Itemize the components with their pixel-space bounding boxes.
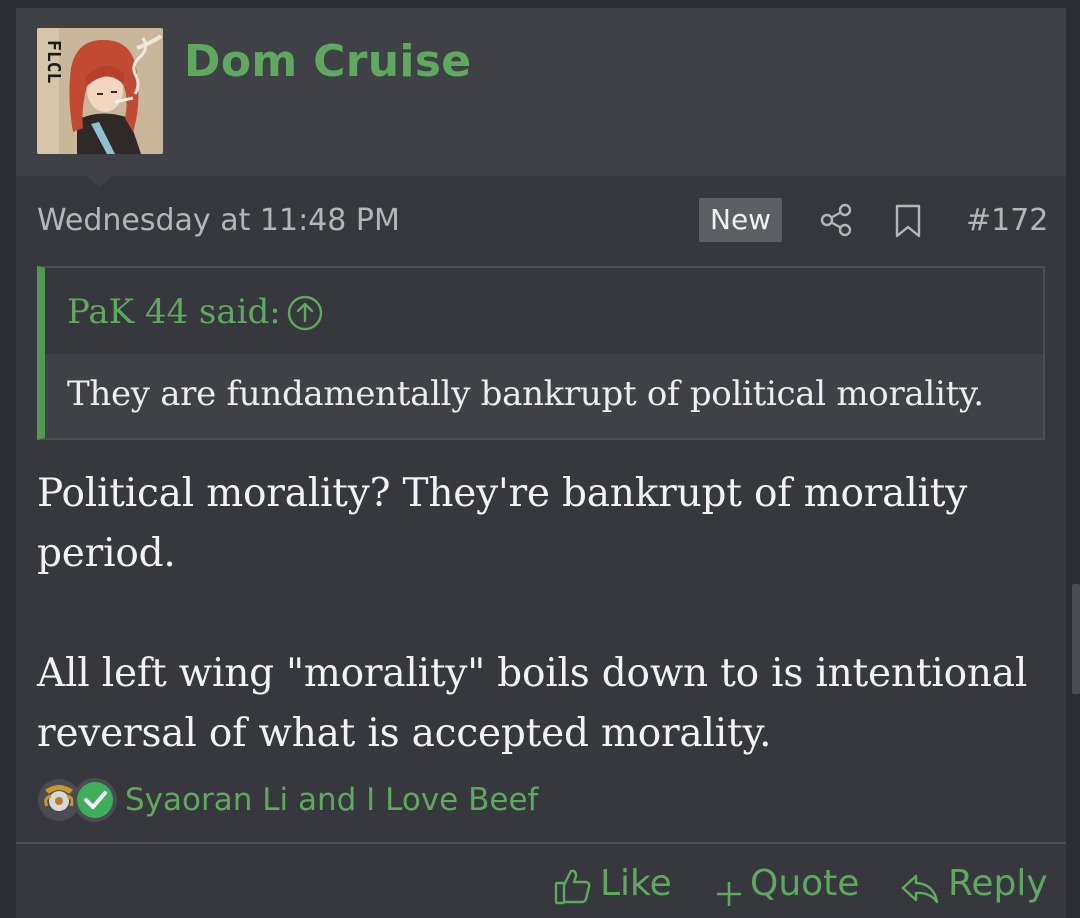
- message-paragraph: Political morality? They're bankrupt of …: [37, 471, 968, 576]
- new-badge: New: [699, 198, 783, 242]
- quote-text: They are fundamentally bankrupt of polit…: [67, 374, 984, 414]
- quote-block: PaK 44 said: They are fundamentally bank…: [37, 266, 1045, 440]
- like-label: Like: [600, 863, 672, 904]
- quote-label: Quote: [750, 863, 860, 904]
- bookmark-icon[interactable]: [893, 203, 923, 239]
- reply-label: Reply: [948, 863, 1048, 904]
- username[interactable]: Dom Cruise: [184, 36, 471, 87]
- avatar[interactable]: FLCL: [37, 28, 163, 154]
- arrow-up-circle-icon[interactable]: [286, 294, 324, 332]
- plus-icon: [714, 870, 744, 906]
- post-message: Political morality? They're bankrupt of …: [37, 464, 1047, 764]
- thumbs-up-icon: [554, 866, 592, 905]
- quote-author[interactable]: PaK 44 said:: [67, 292, 281, 332]
- quote-header: PaK 44 said:: [45, 268, 1043, 354]
- reply-arrow-icon: [900, 868, 940, 904]
- avatar-logo-text: FLCL: [43, 40, 64, 84]
- user-header-pointer: [86, 176, 112, 187]
- user-header: FLCL Dom Cruise: [16, 8, 1066, 176]
- reaction-users[interactable]: Syaoran Li and I Love Beef: [125, 782, 538, 818]
- post-number[interactable]: #172: [966, 203, 1048, 238]
- post-meta: Wednesday at 11:48 PM New #172: [16, 196, 1066, 246]
- post-timestamp[interactable]: Wednesday at 11:48 PM: [37, 203, 400, 238]
- forum-post: FLCL Dom Cruise Wednesday at 11:48 PM Ne…: [16, 8, 1066, 918]
- footer-divider: [16, 842, 1066, 844]
- reaction-icons: [37, 776, 121, 824]
- checkmark-icon: [77, 782, 113, 818]
- reactions-bar[interactable]: Syaoran Li and I Love Beef: [37, 776, 637, 828]
- share-icon[interactable]: [819, 203, 853, 237]
- post-actions: Like Quote Reply: [16, 856, 1066, 912]
- message-paragraph: All left wing "morality" boils down to i…: [37, 651, 1028, 756]
- quote-body: They are fundamentally bankrupt of polit…: [45, 354, 1043, 438]
- scrollbar[interactable]: [1072, 584, 1080, 694]
